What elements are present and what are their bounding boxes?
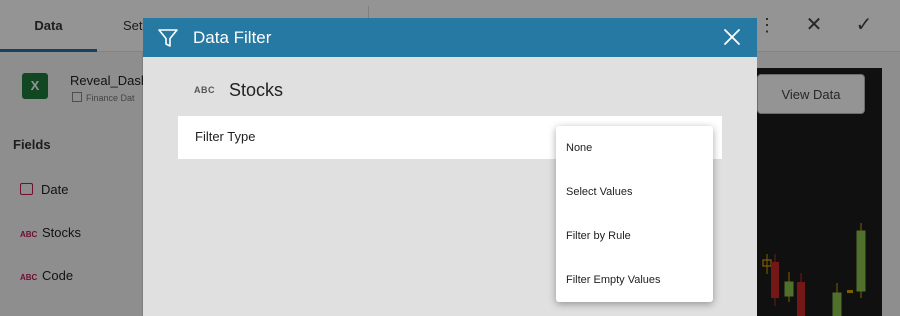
filter-type-label: Filter Type bbox=[195, 129, 256, 144]
filter-icon bbox=[158, 29, 178, 47]
string-type-icon: ABC bbox=[194, 85, 215, 95]
dialog-header: Data Filter bbox=[143, 18, 757, 57]
dialog-title: Data Filter bbox=[193, 28, 272, 47]
filter-type-menu: None Select Values Filter by Rule Filter… bbox=[556, 126, 713, 302]
menu-item-filter-by-rule[interactable]: Filter by Rule bbox=[556, 214, 713, 258]
menu-item-select-values[interactable]: Select Values bbox=[556, 170, 713, 214]
menu-item-filter-empty-values[interactable]: Filter Empty Values bbox=[556, 258, 713, 302]
menu-item-none[interactable]: None bbox=[556, 126, 713, 170]
filter-field-name: Stocks bbox=[229, 80, 284, 100]
close-icon[interactable] bbox=[721, 26, 743, 48]
